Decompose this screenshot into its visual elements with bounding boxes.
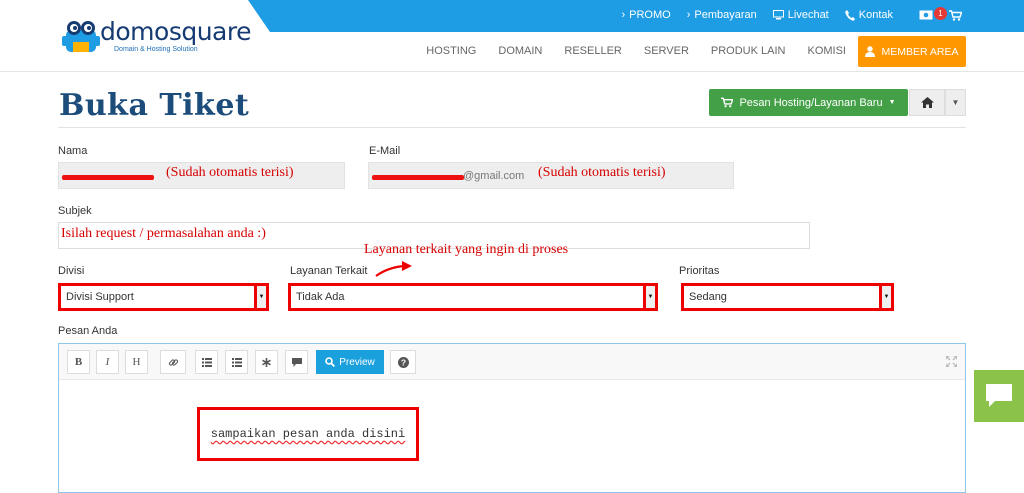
caret-down-icon: ▼ [883,294,890,300]
ordered-list-icon [231,357,242,367]
new-order-label: Pesan Hosting/Layanan Baru [739,96,883,109]
message-editor[interactable]: B I H Preview ? sampaikan pesan anda dis… [58,343,966,493]
priority-dropdown-toggle[interactable]: ▼ [879,283,894,311]
preview-button[interactable]: Preview [316,350,384,374]
priority-value: Sedang [689,291,727,303]
fullscreen-icon[interactable] [946,356,957,367]
nav-hosting[interactable]: HOSTING [426,45,476,57]
cart-icon [721,97,734,108]
cart-icon [949,9,962,21]
priority-label: Prioritas [679,265,720,277]
arrow-annotation-icon [375,261,412,277]
subject-label: Subjek [58,205,92,217]
italic-button[interactable]: I [96,350,119,374]
nav-server[interactable]: SERVER [644,45,689,57]
message-placeholder: sampaikan pesan anda disini [210,427,406,441]
preview-label: Preview [339,356,375,368]
comment-icon [291,357,302,367]
message-placeholder-box: sampaikan pesan anda disini [197,407,419,461]
autofill-note-name: (Sudah otomatis terisi) [166,165,294,180]
chevron-right-icon: › [686,9,691,21]
help-button[interactable]: ? [390,350,416,374]
link-icon [168,358,178,366]
link-button[interactable] [160,350,186,374]
member-area-label: MEMBER AREA [881,45,959,58]
caret-down-icon: ▼ [888,99,896,106]
bullet-list-button[interactable] [195,350,218,374]
bold-button[interactable]: B [67,350,90,374]
brand-tagline: Domain & Hosting Solution [114,46,198,53]
payment-label: Pembayaran [694,9,757,21]
search-icon [325,357,336,367]
autofill-note-email: (Sudah otomatis terisi) [538,165,666,180]
division-select[interactable]: Divisi Support ▼ [58,283,269,311]
redacted-name [62,175,154,180]
email-domain: @gmail.com [463,170,525,182]
top-links: › PROMO › Pembayaran Livechat Kontak [621,9,962,21]
name-label: Nama [58,145,88,157]
heading-button[interactable]: H [125,350,148,374]
payment-link[interactable]: › Pembayaran [687,9,757,21]
code-button[interactable] [255,350,278,374]
list-icon [201,357,212,367]
home-dropdown-toggle[interactable]: ▼ [945,89,966,116]
home-icon [920,97,934,108]
livechat-link[interactable]: Livechat [772,9,829,21]
billing-button[interactable] [919,10,933,20]
top-header: domosquare Domain & Hosting Solution › P… [0,0,1024,72]
brand-name: domosquare [100,17,251,46]
editor-toolbar: B I H Preview ? [59,344,965,380]
new-order-button[interactable]: Pesan Hosting/Layanan Baru ▼ [709,89,908,116]
caret-down-icon: ▼ [647,294,654,300]
service-value: Tidak Ada [296,291,345,303]
nav-reseller[interactable]: RESELLER [564,45,621,57]
svg-text:?: ? [400,357,405,367]
livechat-widget[interactable] [974,370,1024,422]
user-icon [865,46,876,57]
title-divider [58,127,966,128]
caret-down-icon: ▼ [951,98,960,107]
chat-bubble-icon [986,384,1012,407]
asterisk-icon [262,357,271,367]
phone-icon [844,9,855,21]
contact-link[interactable]: Kontak [844,9,893,21]
service-select[interactable]: Tidak Ada ▼ [288,283,658,311]
nav-domain[interactable]: DOMAIN [498,45,542,57]
message-label: Pesan Anda [58,325,118,337]
cart-button[interactable] [949,9,962,21]
redacted-email [372,175,464,180]
division-value: Divisi Support [66,291,134,303]
home-button[interactable] [909,89,945,116]
numbered-list-button[interactable] [225,350,248,374]
service-hint: Layanan terkait yang ingin di proses [364,242,569,257]
member-area-button[interactable]: MEMBER AREA [858,36,966,67]
main-nav: HOSTING DOMAIN RESELLER SERVER PRODUK LA… [426,45,846,57]
monitor-icon [772,10,784,20]
nav-komisi[interactable]: KOMISI [807,45,846,57]
promo-label: PROMO [629,9,671,21]
mascot-icon [62,21,100,52]
nav-produk-lain[interactable]: PRODUK LAIN [711,45,786,57]
page-title: Buka Tiket [59,88,250,123]
question-icon: ? [397,356,409,368]
division-dropdown-toggle[interactable]: ▼ [254,283,269,311]
priority-select[interactable]: Sedang ▼ [681,283,894,311]
caret-down-icon: ▼ [258,294,265,300]
money-icon [919,10,933,20]
livechat-label: Livechat [787,9,829,21]
subject-hint: Isilah request / permasalahan anda :) [61,226,266,241]
email-label: E-Mail [369,145,401,157]
quote-button[interactable] [285,350,308,374]
brand-logo[interactable]: domosquare Domain & Hosting Solution [62,14,251,60]
notification-badge: 1 [934,7,947,20]
chevron-right-icon: › [621,9,626,21]
service-dropdown-toggle[interactable]: ▼ [643,283,658,311]
service-label: Layanan Terkait [290,265,368,277]
division-label: Divisi [58,265,85,277]
contact-label: Kontak [858,9,893,21]
promo-link[interactable]: › PROMO [621,9,670,21]
